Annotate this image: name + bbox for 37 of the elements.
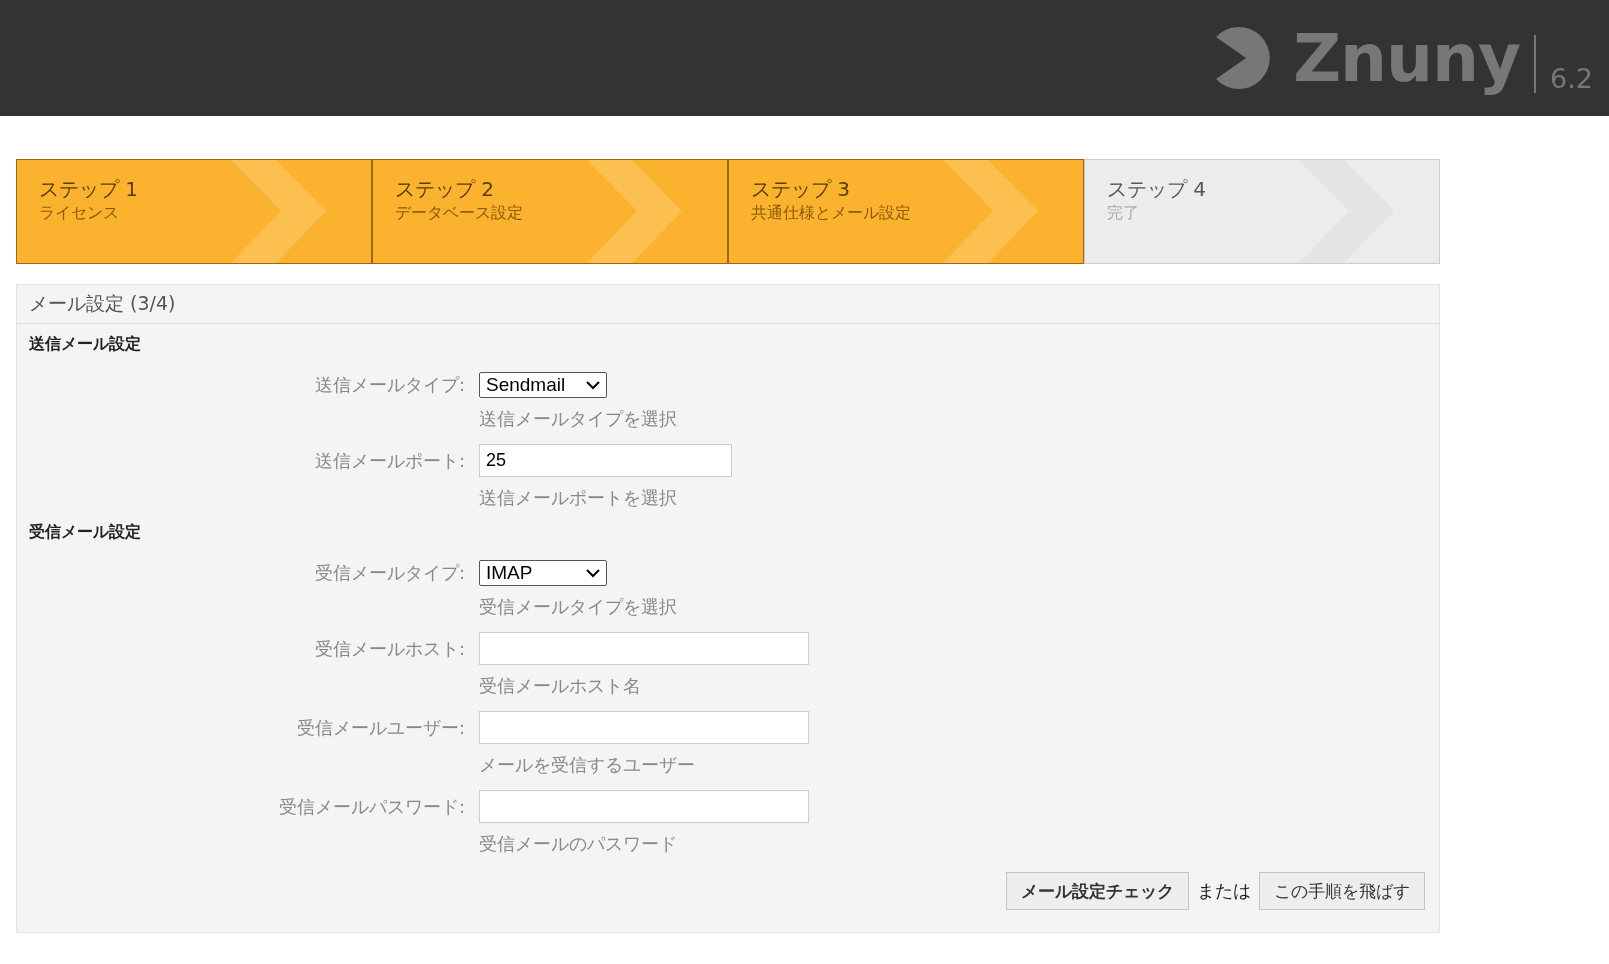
- check-button[interactable]: メール設定チェック: [1006, 872, 1189, 910]
- step-title: ステップ 4: [1107, 176, 1208, 203]
- skip-button[interactable]: この手順を飛ばす: [1259, 872, 1425, 910]
- field-label: 受信メールホスト:: [313, 636, 465, 661]
- select-field[interactable]: IMAP: [479, 560, 607, 586]
- field-hint: 送信メールタイプを選択: [479, 407, 678, 431]
- input-field[interactable]: [479, 790, 809, 823]
- step-title: ステップ 1: [39, 176, 140, 203]
- field-label: 受信メールパスワード:: [277, 794, 465, 819]
- caret-icon: [586, 380, 600, 390]
- field-label: 受信メールタイプ:: [313, 561, 465, 585]
- section-heading: 送信メール設定: [28, 333, 142, 355]
- field-label: 受信メールユーザー:: [295, 715, 465, 740]
- or-text: または: [1197, 879, 1251, 903]
- select-field[interactable]: Sendmail: [479, 372, 607, 398]
- step-subtitle: データベース設定: [395, 203, 524, 224]
- version-label: 6.2: [1550, 63, 1593, 94]
- step-subtitle: 完了: [1107, 203, 1140, 224]
- section-heading: 受信メール設定: [28, 521, 142, 543]
- panel-title: メール設定 (3/4): [17, 285, 1439, 324]
- field-label: 送信メールタイプ:: [313, 373, 465, 397]
- input-field[interactable]: 25: [479, 444, 732, 477]
- input-field[interactable]: [479, 632, 809, 665]
- field-label: 送信メールポート:: [313, 448, 465, 473]
- field-hint: 受信メールホスト名: [479, 674, 642, 698]
- field-hint: 送信メールポートを選択: [479, 486, 678, 510]
- logo-text: Znuny: [1293, 19, 1521, 97]
- field-hint: メールを受信するユーザー: [479, 753, 696, 777]
- step-subtitle: ライセンス: [39, 203, 120, 224]
- step-title: ステップ 2: [395, 176, 496, 203]
- field-hint: 受信メールタイプを選択: [479, 595, 678, 619]
- step-subtitle: 共通仕様とメール設定: [751, 203, 912, 224]
- caret-icon: [586, 568, 600, 578]
- field-hint: 受信メールのパスワード: [479, 832, 678, 856]
- step-title: ステップ 3: [751, 176, 852, 203]
- logo-divider: [1534, 35, 1537, 93]
- input-field[interactable]: [479, 711, 809, 744]
